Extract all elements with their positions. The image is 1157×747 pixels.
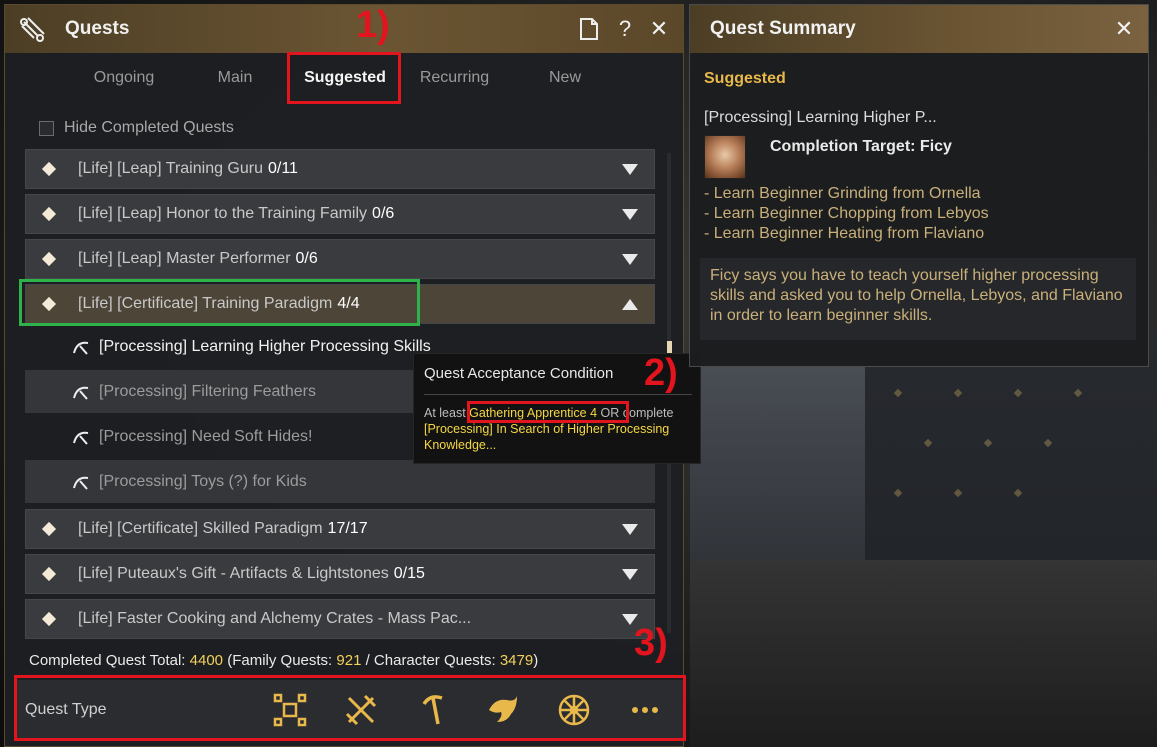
objective-item: - Learn Beginner Heating from Flaviano <box>704 225 985 242</box>
wall-ornament <box>1043 438 1053 448</box>
quest-group-title: [Life] [Leap] Training Guru <box>78 160 263 177</box>
sub-quest-title: [Processing] Toys (?) for Kids <box>99 472 307 490</box>
totals-family-label: (Family Quests: <box>223 652 337 669</box>
objective-item: - Learn Beginner Grinding from Ornella <box>704 185 981 202</box>
summary-title: Quest Summary <box>710 18 856 39</box>
quest-group-count: 0/15 <box>393 565 425 582</box>
tooltip-title: Quest Acceptance Condition <box>424 365 614 382</box>
tab-recurring[interactable]: Recurring <box>407 69 502 87</box>
annotation-box-tab <box>287 52 401 104</box>
quest-group[interactable]: [Life] [Leap] Honor to the Training Fami… <box>25 194 655 234</box>
sub-quest-title: [Processing] Learning Higher Processing … <box>99 337 431 355</box>
wall-ornament <box>983 438 993 448</box>
help-icon[interactable]: ? <box>611 15 639 43</box>
wall-ornament <box>923 438 933 448</box>
chevron-down-icon[interactable] <box>622 209 638 220</box>
quests-titlebar[interactable]: Quests ? ✕ <box>5 5 683 53</box>
tab-new[interactable]: New <box>525 69 605 87</box>
quest-summary-window: Quest Summary ✕ Suggested [Processing] L… <box>689 4 1149 367</box>
sub-quest-row[interactable]: [Processing] Toys (?) for Kids <box>25 460 655 503</box>
quest-group-title: [Life] [Leap] Honor to the Training Fami… <box>78 205 368 222</box>
wall-ornament <box>1013 388 1023 398</box>
tooltip-quest-ref: [Processing] In Search of Higher Process… <box>424 422 670 452</box>
close-icon[interactable]: ✕ <box>1110 15 1138 43</box>
totals-label: Completed Quest Total: <box>29 652 190 669</box>
annotation-box-selected-group <box>19 279 420 326</box>
summary-quest-name: [Processing] Learning Higher P... <box>704 109 937 126</box>
quest-group[interactable]: [Life] Faster Cooking and Alchemy Crates… <box>25 599 655 639</box>
quest-group-title: [Life] [Certificate] Skilled Paradigm <box>78 520 323 537</box>
close-icon[interactable]: ✕ <box>645 15 673 43</box>
chevron-up-icon[interactable] <box>622 299 638 310</box>
totals-character-label: / Character Quests: <box>361 652 500 669</box>
quest-group-count: 0/11 <box>268 160 298 177</box>
annotation-label-3: 3) <box>634 622 668 664</box>
diamond-icon <box>41 161 57 177</box>
tab-ongoing[interactable]: Ongoing <box>79 69 169 87</box>
wall-ornament <box>893 388 903 398</box>
hide-completed-row[interactable]: Hide Completed Quests <box>39 119 234 137</box>
quest-group-title: [Life] Faster Cooking and Alchemy Crates… <box>78 610 472 627</box>
quest-group-count: 0/6 <box>372 205 395 222</box>
summary-category: Suggested <box>704 70 786 87</box>
quest-group-count: 17/17 <box>327 520 368 537</box>
chevron-down-icon[interactable] <box>622 569 638 580</box>
sickle-icon <box>73 476 89 490</box>
diamond-icon <box>41 611 57 627</box>
chevron-down-icon[interactable] <box>622 164 638 175</box>
sub-quest-title: [Processing] Need Soft Hides! <box>99 427 313 445</box>
npc-portrait <box>704 135 746 179</box>
totals-character-value: 3479 <box>499 652 534 669</box>
tooltip-prefix: At least <box>424 406 470 420</box>
objective-item: - Learn Beginner Chopping from Lebyos <box>704 205 989 222</box>
diamond-icon <box>41 566 57 582</box>
completed-quest-totals: Completed Quest Total: 4400 (Family Ques… <box>29 652 538 669</box>
diamond-icon <box>41 206 57 222</box>
quest-group[interactable]: [Life] [Certificate] Skilled Paradigm 17… <box>25 509 655 549</box>
scene-floor <box>690 560 1157 747</box>
tab-main[interactable]: Main <box>195 69 275 87</box>
quest-group-count: 0/6 <box>295 250 318 267</box>
quest-group-title: [Life] Puteaux's Gift - Artifacts & Ligh… <box>78 565 389 582</box>
annotation-box-requirement <box>467 401 629 423</box>
quest-group[interactable]: [Life] [Leap] Master Performer 0/6 <box>25 239 655 279</box>
sickle-icon <box>73 341 89 355</box>
scroll-icon <box>15 11 51 47</box>
annotation-label-1: 1) <box>356 4 390 46</box>
wall-ornament <box>953 388 963 398</box>
scene-bench <box>690 360 870 580</box>
document-icon[interactable] <box>575 15 603 43</box>
totals-completed-value: 4400 <box>189 652 224 669</box>
hide-completed-checkbox[interactable] <box>39 120 54 136</box>
chevron-down-icon[interactable] <box>622 254 638 265</box>
diamond-icon <box>41 521 57 537</box>
wall-ornament <box>1073 388 1083 398</box>
sickle-icon <box>73 431 89 445</box>
wall-ornament <box>1013 488 1023 498</box>
window-title: Quests <box>65 18 130 39</box>
wall-ornament <box>953 488 963 498</box>
hide-completed-label: Hide Completed Quests <box>64 119 234 136</box>
quest-group[interactable]: [Life] [Leap] Training Guru 0/11 <box>25 149 655 189</box>
diamond-icon <box>41 251 57 267</box>
wall-ornament <box>893 488 903 498</box>
completion-target: Completion Target: Ficy <box>770 138 952 155</box>
quest-group-title: [Life] [Leap] Master Performer <box>78 250 291 267</box>
totals-close: ) <box>533 652 539 669</box>
totals-family-value: 921 <box>336 652 362 669</box>
chevron-down-icon[interactable] <box>622 524 638 535</box>
annotation-box-quest-type <box>14 675 686 741</box>
quest-description: Ficy says you have to teach yourself hig… <box>700 258 1136 340</box>
quest-group[interactable]: [Life] Puteaux's Gift - Artifacts & Ligh… <box>25 554 655 594</box>
summary-titlebar[interactable]: Quest Summary ✕ <box>690 5 1148 53</box>
sub-quest-title: [Processing] Filtering Feathers <box>99 382 316 400</box>
annotation-label-2: 2) <box>644 352 678 394</box>
sickle-icon <box>73 386 89 400</box>
